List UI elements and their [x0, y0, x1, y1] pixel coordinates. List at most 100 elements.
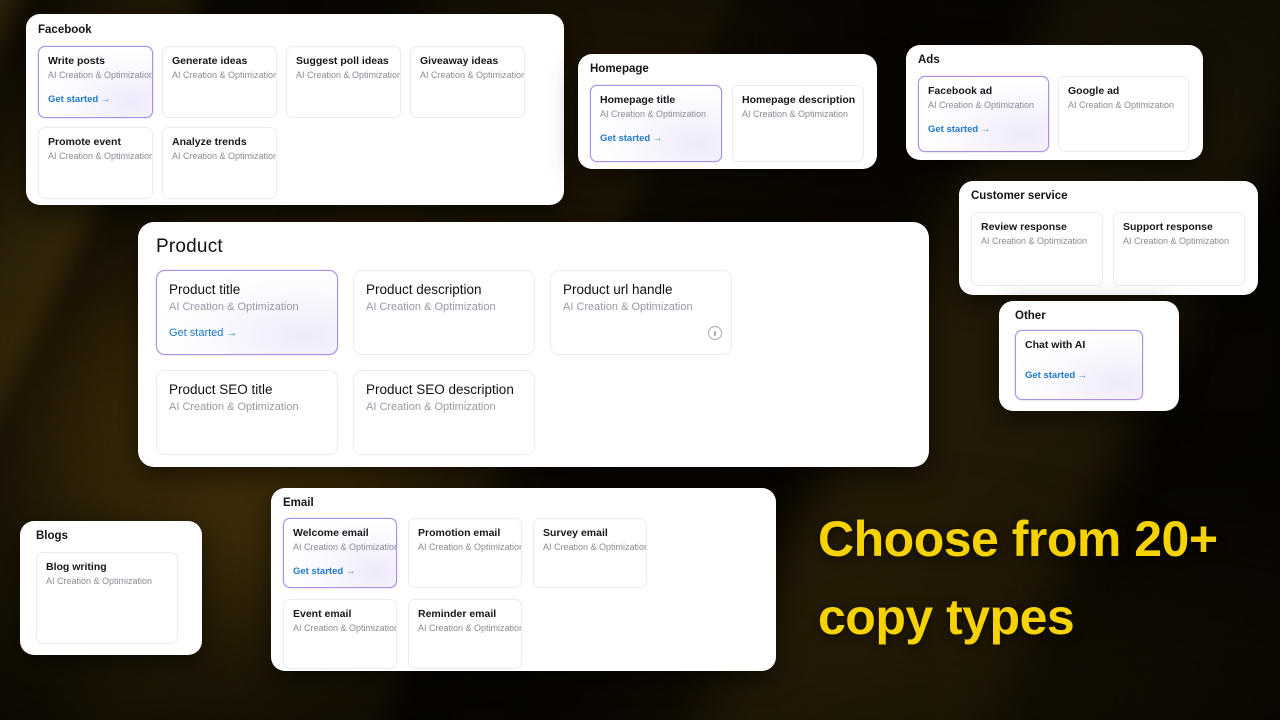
- get-started-link[interactable]: Get started →: [928, 124, 1039, 135]
- card-title: Homepage title: [600, 94, 676, 106]
- card-facebook-2[interactable]: Suggest poll ideas AI Creation & Optimiza…: [286, 46, 401, 118]
- card-product-1[interactable]: Product description AI Creation & Optimiz…: [353, 270, 535, 355]
- card-grid: Write posts AI Creation & Optimization Get…: [38, 46, 552, 199]
- card-subtitle: AI Creation & Optimization: [1123, 236, 1230, 246]
- card-title: Product SEO description: [366, 382, 514, 397]
- headline: Choose from 20+ copy types: [818, 500, 1218, 656]
- card-subtitle: AI Creation & Optimization: [563, 301, 693, 313]
- card-subtitle: AI Creation & Optimization: [366, 301, 496, 313]
- card-email-2[interactable]: Survey email AI Creation & Optimization: [533, 518, 647, 588]
- panel-title: Customer service: [971, 190, 1068, 202]
- panel-ads: Ads Facebook ad AI Creation & Optimizatio…: [906, 45, 1203, 160]
- card-product-2[interactable]: Product url handle AI Creation & Optimiza…: [550, 270, 732, 355]
- arrow-right-icon: →: [980, 124, 991, 135]
- card-subtitle: AI Creation & Optimization: [46, 576, 153, 586]
- arrow-right-icon: →: [226, 327, 238, 339]
- card-grid: Facebook ad AI Creation & Optimization Get…: [918, 76, 1191, 152]
- panel-title: Email: [283, 497, 314, 509]
- card-title: Support response: [1123, 221, 1213, 233]
- panel-email: Email Welcome email AI Creation & Optimiz…: [271, 488, 776, 671]
- card-customer-service-1[interactable]: Support response AI Creation & Optimizati…: [1113, 212, 1245, 286]
- card-title: Product description: [366, 282, 482, 297]
- card-email-1[interactable]: Promotion email AI Creation & Optimizatio…: [408, 518, 522, 588]
- panel-title: Product: [156, 236, 223, 257]
- card-title: Product SEO title: [169, 382, 273, 397]
- card-title: Review response: [981, 221, 1067, 233]
- arrow-right-icon: →: [100, 94, 111, 105]
- card-homepage-0[interactable]: Homepage title AI Creation & Optimization…: [590, 85, 722, 162]
- get-started-link[interactable]: Get started →: [600, 133, 712, 144]
- card-grid: Homepage title AI Creation & Optimization…: [590, 85, 865, 162]
- panel-product: Product Product title AI Creation & Optim…: [138, 222, 929, 467]
- panel-title: Blogs: [36, 530, 68, 542]
- headline-line-2: copy types: [818, 589, 1075, 645]
- card-title: Chat with AI: [1025, 339, 1086, 351]
- card-subtitle: AI Creation & Optimization: [420, 70, 525, 80]
- get-started-link[interactable]: Get started →: [48, 94, 143, 105]
- arrow-right-icon: →: [652, 133, 663, 144]
- card-email-0[interactable]: Welcome email AI Creation & Optimization G…: [283, 518, 397, 588]
- card-title: Homepage description: [742, 94, 856, 106]
- card-subtitle: AI Creation & Optimization: [293, 623, 397, 633]
- get-started-link[interactable]: Get started →: [293, 566, 387, 577]
- card-title: Reminder email: [418, 608, 497, 620]
- card-product-4[interactable]: Product SEO description AI Creation & Opt…: [353, 370, 535, 455]
- panel-title: Homepage: [590, 63, 649, 75]
- panel-homepage: Homepage Homepage title AI Creation & Opt…: [578, 54, 877, 169]
- card-facebook-4[interactable]: Promote event AI Creation & Optimization: [38, 127, 153, 199]
- card-subtitle: AI Creation & Optimization: [418, 542, 522, 552]
- card-subtitle: AI Creation & Optimization: [169, 301, 299, 313]
- card-subtitle: AI Creation & Optimization: [543, 542, 647, 552]
- card-email-3[interactable]: Event email AI Creation & Optimization: [283, 599, 397, 669]
- card-subtitle: AI Creation & Optimization: [366, 401, 496, 413]
- card-ads-0[interactable]: Facebook ad AI Creation & Optimization Get…: [918, 76, 1049, 152]
- card-blogs-0[interactable]: Blog writing AI Creation & Optimization: [36, 552, 178, 644]
- card-customer-service-0[interactable]: Review response AI Creation & Optimizatio…: [971, 212, 1103, 286]
- card-facebook-1[interactable]: Generate ideas AI Creation & Optimization: [162, 46, 277, 118]
- card-title: Survey email: [543, 527, 608, 539]
- card-subtitle: AI Creation & Optimization: [172, 70, 277, 80]
- card-product-3[interactable]: Product SEO title AI Creation & Optimizat…: [156, 370, 338, 455]
- card-email-4[interactable]: Reminder email AI Creation & Optimization: [408, 599, 522, 669]
- card-facebook-5[interactable]: Analyze trends AI Creation & Optimization: [162, 127, 277, 199]
- card-title: Welcome email: [293, 527, 369, 539]
- card-title: Promote event: [48, 136, 121, 148]
- card-title: Facebook ad: [928, 85, 993, 97]
- card-grid: Blog writing AI Creation & Optimization: [36, 552, 190, 644]
- card-homepage-1[interactable]: Homepage description AI Creation & Optimi…: [732, 85, 864, 162]
- card-subtitle: AI Creation & Optimization: [296, 70, 401, 80]
- panel-title: Ads: [918, 54, 940, 66]
- card-product-0[interactable]: Product title AI Creation & Optimization G…: [156, 270, 338, 355]
- card-facebook-0[interactable]: Write posts AI Creation & Optimization Get…: [38, 46, 153, 118]
- card-title: Analyze trends: [172, 136, 247, 148]
- card-subtitle: AI Creation & Optimization: [48, 70, 153, 80]
- card-title: Promotion email: [418, 527, 501, 539]
- panel-customer-service: Customer service Review response AI Creat…: [959, 181, 1258, 295]
- get-started-link[interactable]: Get started →: [1025, 370, 1133, 381]
- card-subtitle: AI Creation & Optimization: [981, 236, 1088, 246]
- card-title: Blog writing: [46, 561, 107, 573]
- card-ads-1[interactable]: Google ad AI Creation & Optimization: [1058, 76, 1189, 152]
- card-title: Write posts: [48, 55, 105, 67]
- arrow-right-icon: →: [1077, 370, 1088, 381]
- panel-title: Facebook: [38, 24, 92, 36]
- card-subtitle: AI Creation & Optimization: [600, 109, 707, 119]
- status-dot-icon: [708, 326, 722, 340]
- card-subtitle: AI Creation & Optimization: [169, 401, 299, 413]
- panel-blogs: Blogs Blog writing AI Creation & Optimiza…: [20, 521, 202, 655]
- card-facebook-3[interactable]: Giveaway ideas AI Creation & Optimization: [410, 46, 525, 118]
- panel-facebook: Facebook Write posts AI Creation & Optimi…: [26, 14, 564, 205]
- panel-other: Other Chat with AI Get started →: [999, 301, 1179, 411]
- card-subtitle: AI Creation & Optimization: [48, 151, 153, 161]
- arrow-right-icon: →: [345, 566, 356, 577]
- card-grid: Product title AI Creation & Optimization G…: [156, 270, 911, 455]
- card-title: Giveaway ideas: [420, 55, 499, 67]
- panel-title: Other: [1015, 310, 1046, 322]
- card-other-0[interactable]: Chat with AI Get started →: [1015, 330, 1143, 400]
- card-subtitle: AI Creation & Optimization: [293, 542, 397, 552]
- card-subtitle: AI Creation & Optimization: [418, 623, 522, 633]
- card-grid: Review response AI Creation & Optimizatio…: [971, 212, 1246, 286]
- card-title: Suggest poll ideas: [296, 55, 389, 67]
- get-started-link[interactable]: Get started →: [169, 327, 325, 339]
- card-subtitle: AI Creation & Optimization: [928, 100, 1035, 110]
